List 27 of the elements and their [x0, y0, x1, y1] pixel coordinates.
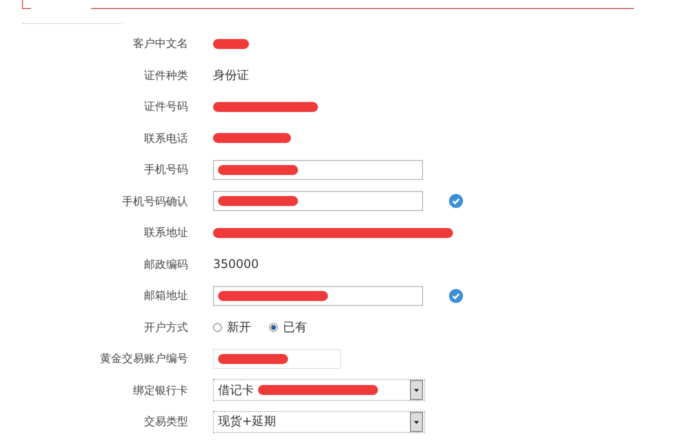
field-value: 身份证 [213, 66, 249, 84]
caret-icon [410, 412, 423, 432]
input-field[interactable] [213, 348, 341, 369]
field-label: 联系地址 [143, 225, 188, 240]
dropdown[interactable]: 借记卡 [213, 379, 425, 402]
redaction-mark [213, 38, 249, 49]
field-label: 绑定银行卡 [132, 382, 188, 398]
radio-option[interactable]: 已有 [269, 318, 307, 336]
input-field[interactable] [213, 286, 423, 306]
field-label: 交易类型 [143, 414, 188, 430]
field-label: 证件号码 [143, 99, 188, 114]
field-label: 证件种类 [143, 68, 188, 83]
redaction-mark [218, 354, 288, 364]
input-field[interactable] [213, 160, 423, 180]
field-label: 开户方式 [143, 320, 188, 335]
input-field[interactable] [213, 191, 423, 212]
radio-option[interactable]: 新开 [213, 318, 251, 336]
caret-icon [410, 380, 423, 400]
field-label: 联系电话 [143, 130, 188, 146]
field-label: 邮政编码 [143, 256, 188, 272]
field-label: 手机号码 [143, 162, 188, 178]
field-value: 350000 [213, 257, 259, 272]
dropdown[interactable]: 现货+延期 [213, 410, 425, 433]
field-label: 黄金交易账户编号 [99, 351, 188, 366]
field-label: 邮箱地址 [143, 288, 188, 304]
field-label: 手机号码确认 [121, 194, 188, 209]
field-label: 客户中文名 [132, 36, 188, 52]
